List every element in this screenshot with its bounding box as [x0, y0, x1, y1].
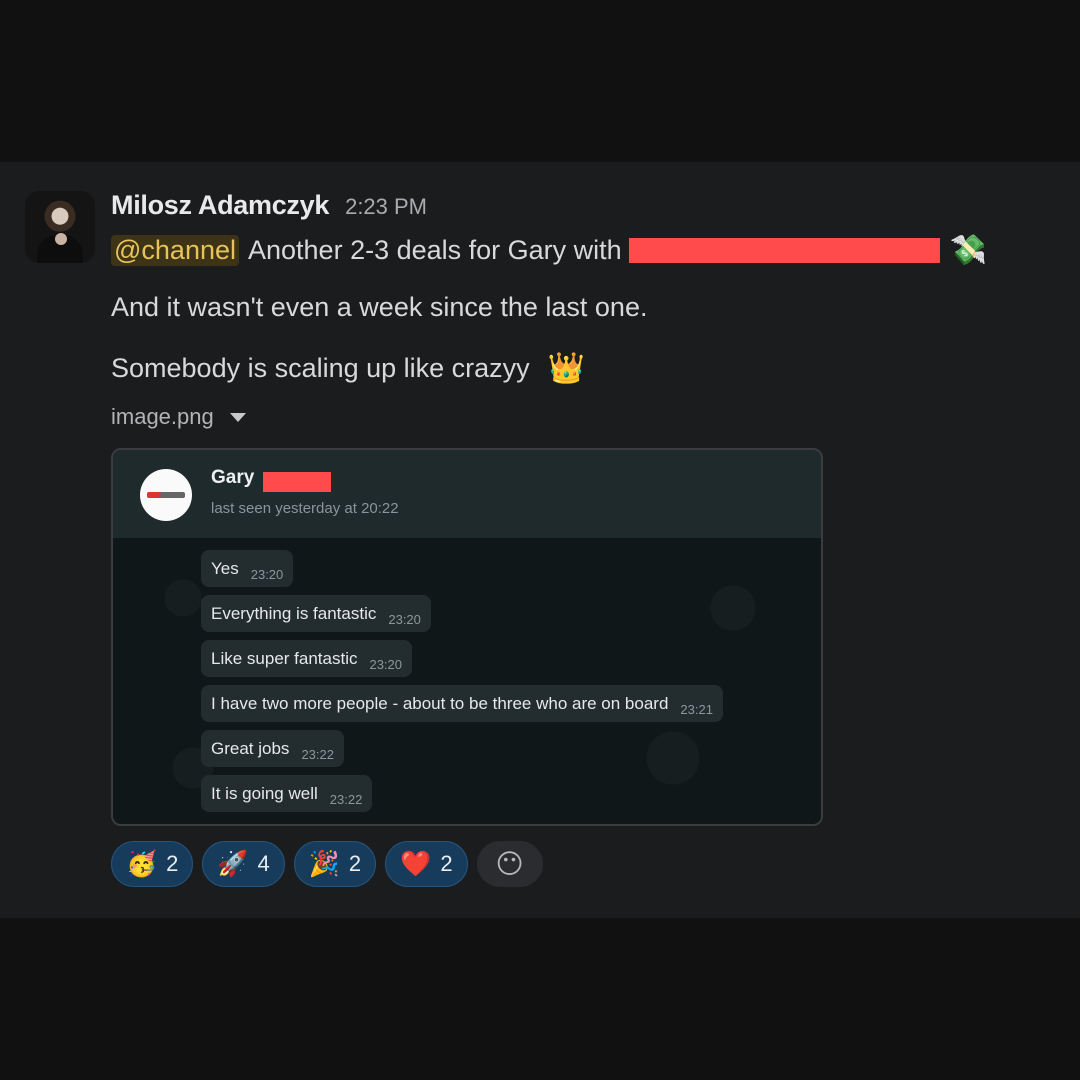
line-3-text: Somebody is scaling up like crazyy	[111, 353, 530, 383]
contact-name-redaction	[263, 472, 331, 492]
chat-bubble-time: 23:21	[680, 702, 713, 717]
chat-bubble-time: 23:22	[301, 747, 334, 762]
line-1-text: Another 2-3 deals for Gary with	[248, 235, 622, 265]
chat-bubble: It is going well 23:22	[201, 775, 373, 812]
party-popper-icon: 🎉	[308, 849, 340, 878]
message-line-1: @channel Another 2-3 deals for Gary with…	[111, 233, 987, 268]
chat-bubble-text: I have two more people - about to be thr…	[211, 693, 669, 713]
red-heart-icon: ❤️	[400, 849, 432, 878]
chat-bubble-text: Like super fantastic	[211, 648, 358, 668]
reaction-count: 4	[257, 851, 270, 876]
chat-bubble-time: 23:20	[369, 657, 403, 672]
reaction-rocket[interactable]: 🚀 4	[202, 841, 285, 887]
chat-bubble-text: Yes	[211, 558, 239, 578]
partying-face-icon: 🥳	[126, 849, 158, 878]
chat-bubble: Everything is fantastic 23:20	[201, 595, 431, 632]
message-header: Milosz Adamczyk 2:23 PM	[111, 190, 427, 221]
contact-avatar	[140, 469, 192, 521]
chat-bubble-time: 23:20	[250, 567, 284, 582]
reaction-partying-face[interactable]: 🥳 2	[111, 841, 194, 887]
chat-bubble: Like super fantastic 23:20	[201, 640, 413, 677]
chat-area: Yes 23:20 Everything is fantastic 23:20 …	[113, 538, 821, 824]
contact-status: last seen yesterday at 20:22	[211, 500, 399, 517]
reaction-count: 2	[348, 851, 362, 876]
add-reaction-button[interactable]: 😶	[476, 841, 543, 887]
attached-image[interactable]: Gary last seen yesterday at 20:22 Yes 23…	[111, 448, 823, 826]
chat-header: Gary last seen yesterday at 20:22	[113, 450, 821, 538]
chat-bubble: I have two more people - about to be thr…	[201, 685, 723, 722]
reaction-bar: 🥳 2 🚀 4 🎉 2 ❤️ 2 😶	[111, 841, 543, 887]
author-name[interactable]: Milosz Adamczyk	[111, 190, 329, 221]
message-line-3: Somebody is scaling up like crazyy 👑	[111, 351, 585, 386]
attachment-filename[interactable]: image.png	[111, 404, 214, 430]
message-line-2: And it wasn't even a week since the last…	[111, 292, 648, 322]
reaction-count: 2	[440, 851, 453, 876]
chat-bubble: Great jobs 23:22	[201, 730, 344, 767]
avatar-hands	[55, 233, 67, 245]
message-timestamp[interactable]: 2:23 PM	[345, 194, 427, 220]
author-avatar[interactable]	[25, 191, 95, 263]
channel-mention[interactable]: @channel	[111, 235, 239, 266]
chat-bubble-text: Great jobs	[211, 738, 290, 758]
reaction-count: 2	[166, 851, 179, 876]
reaction-party-popper[interactable]: 🎉 2	[293, 841, 377, 887]
contact-name: Gary	[211, 467, 255, 488]
bottom-letterbox	[0, 918, 1080, 1080]
chat-bubble-text: Everything is fantastic	[211, 603, 377, 623]
chat-bubble-time: 23:20	[388, 612, 421, 627]
attachment-header[interactable]: image.png	[111, 404, 246, 430]
crown-icon: 👑	[547, 351, 586, 386]
reaction-red-heart[interactable]: ❤️ 2	[385, 841, 468, 887]
chevron-down-icon[interactable]	[229, 412, 246, 422]
company-logo-icon	[147, 492, 185, 498]
chat-bubble: Yes 23:20	[201, 550, 294, 587]
chat-bubble-text: It is going well	[211, 783, 318, 803]
money-wings-icon: 💸	[949, 233, 988, 268]
chat-bubble-time: 23:22	[329, 792, 363, 807]
top-letterbox	[0, 0, 1080, 162]
add-reaction-icon: 😶	[495, 848, 524, 880]
redaction-bar	[628, 238, 940, 263]
rocket-icon: 🚀	[217, 849, 249, 878]
